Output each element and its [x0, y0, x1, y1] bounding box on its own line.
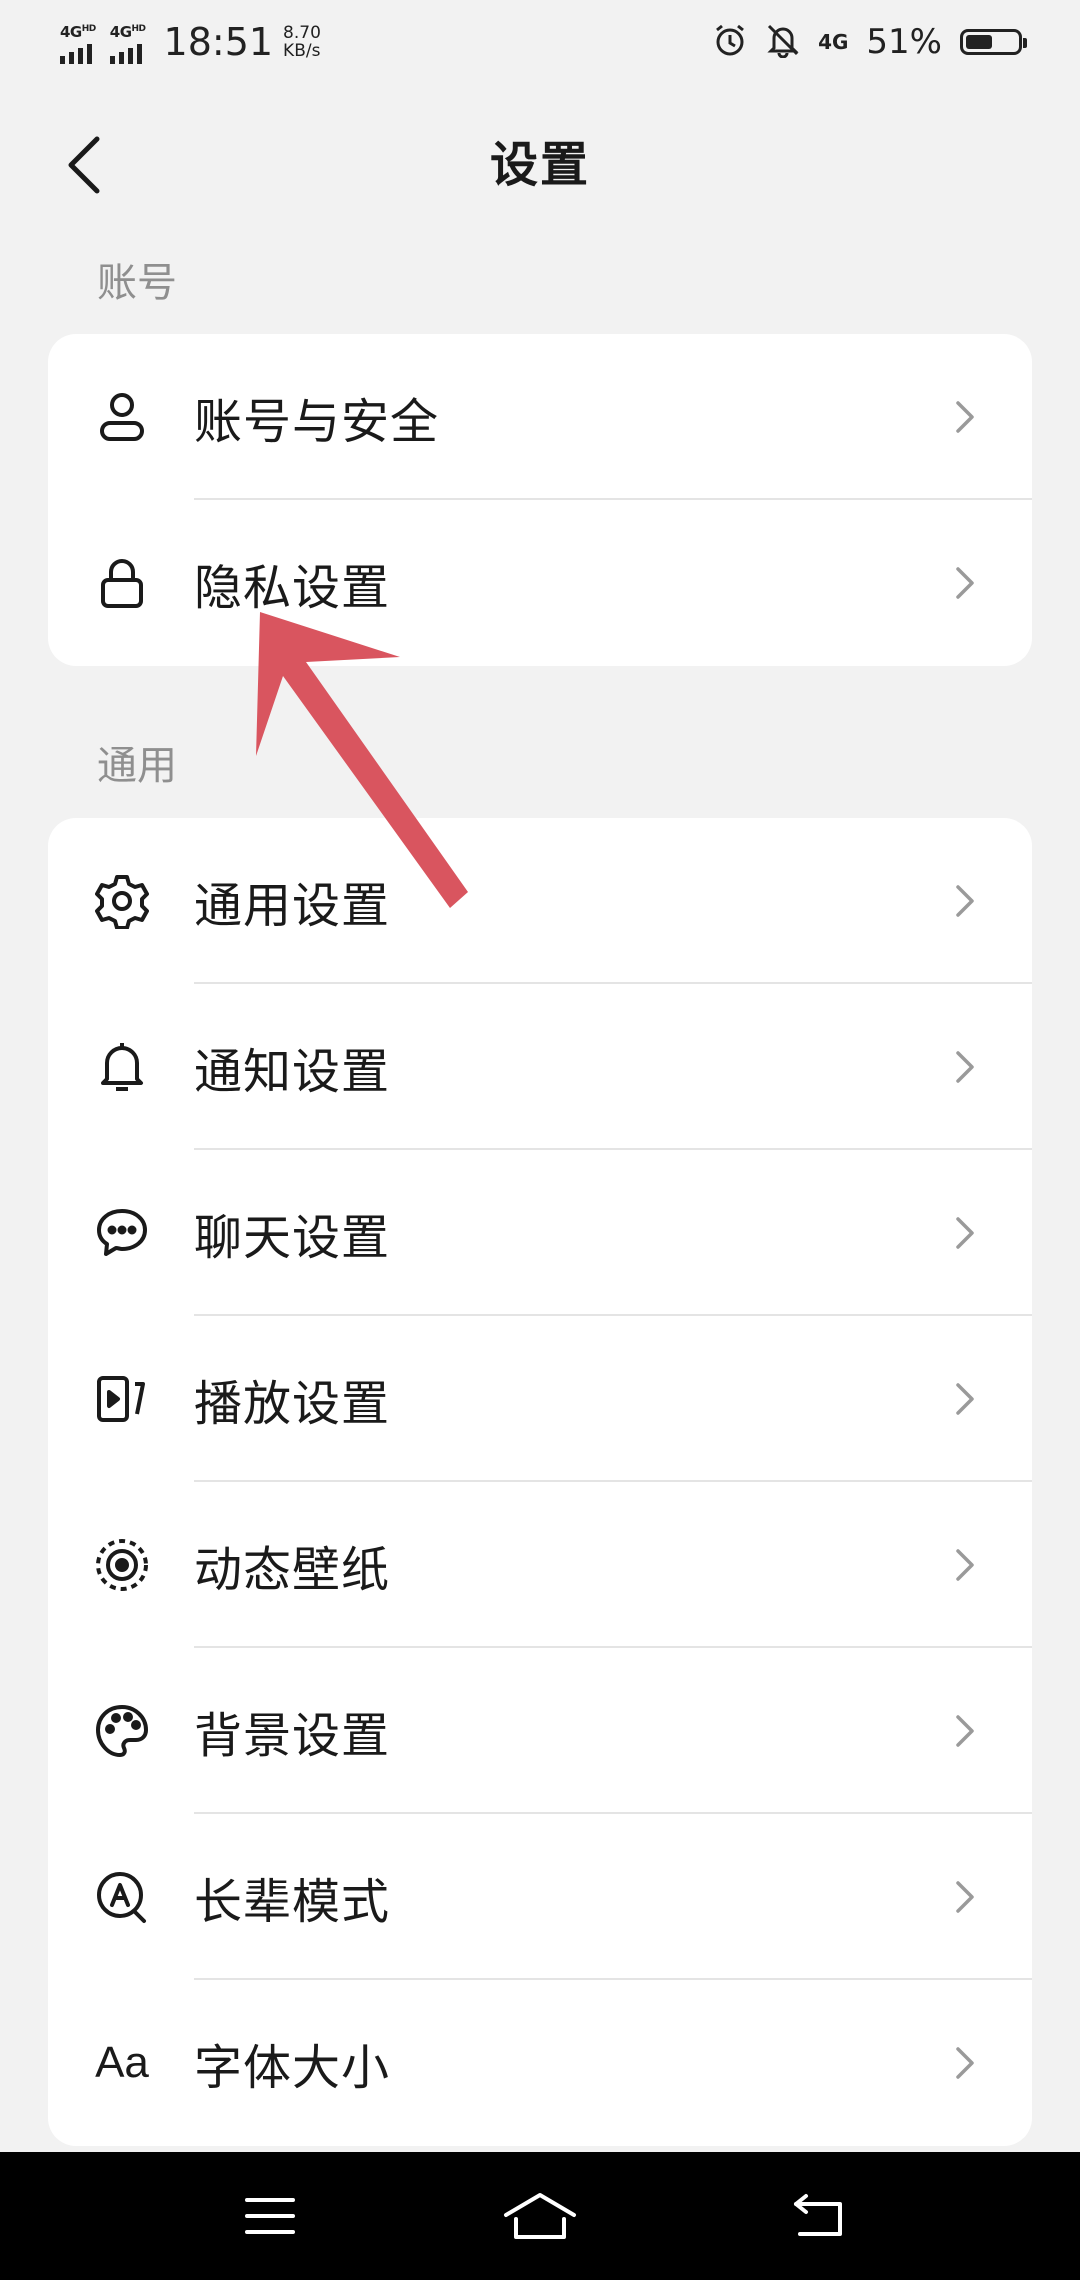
- settings-item-live-wallpaper[interactable]: 动态壁纸: [48, 1482, 1032, 1648]
- status-bar: 4GHD 4GHD 18:51 8.70 KB/s 4G 51%: [0, 0, 1080, 84]
- settings-item-chat[interactable]: 聊天设置: [48, 1150, 1032, 1316]
- page-title: 设置: [489, 137, 590, 193]
- chevron-right-icon: [950, 556, 980, 610]
- bell-muted-icon: [766, 22, 800, 62]
- item-label: 通知设置: [194, 1044, 391, 1100]
- item-label: 动态壁纸: [194, 1542, 391, 1598]
- alarm-clock-icon: [712, 22, 748, 62]
- item-label: 字体大小: [194, 2040, 391, 2096]
- bell-icon: [94, 1039, 150, 1095]
- clock: 18:51: [163, 20, 274, 64]
- item-label: 背景设置: [194, 1708, 391, 1764]
- back-nav-button[interactable]: [782, 2176, 862, 2256]
- elder-mode-icon: [94, 1869, 150, 1925]
- chevron-right-icon: [950, 1538, 980, 1592]
- sim1-signal-icon: 4GHD: [60, 21, 96, 64]
- settings-item-account-security[interactable]: 账号与安全: [48, 334, 1032, 500]
- general-card: 通用设置 通知设置 聊天设置 播放设置 动态壁纸 背景设置 长辈模式 Aa 字体…: [48, 818, 1032, 2146]
- settings-item-notification[interactable]: 通知设置: [48, 984, 1032, 1150]
- lock-icon: [94, 555, 150, 611]
- item-label: 账号与安全: [194, 394, 440, 450]
- network-type: 4G: [818, 30, 849, 54]
- settings-item-playback[interactable]: 播放设置: [48, 1316, 1032, 1482]
- home-button[interactable]: [500, 2176, 580, 2256]
- back-button[interactable]: [40, 120, 130, 210]
- play-video-icon: [94, 1371, 150, 1427]
- settings-item-general[interactable]: 通用设置: [48, 818, 1032, 984]
- chat-bubble-icon: [94, 1205, 150, 1261]
- chevron-right-icon: [950, 1704, 980, 1758]
- chevron-right-icon: [950, 1372, 980, 1426]
- live-wallpaper-icon: [94, 1537, 150, 1593]
- gear-icon: [94, 873, 150, 929]
- header: 设置: [0, 100, 1080, 230]
- section-title-account: 账号: [97, 260, 177, 306]
- item-label: 隐私设置: [194, 560, 391, 616]
- font-size-icon: Aa: [95, 2038, 149, 2087]
- chevron-right-icon: [950, 2036, 980, 2090]
- chevron-right-icon: [950, 1870, 980, 1924]
- item-label: 播放设置: [194, 1376, 391, 1432]
- person-icon: [94, 389, 150, 445]
- settings-item-background[interactable]: 背景设置: [48, 1648, 1032, 1814]
- chevron-right-icon: [950, 1206, 980, 1260]
- navigation-bar: [0, 2152, 1080, 2280]
- settings-item-font-size[interactable]: Aa 字体大小: [48, 1980, 1032, 2146]
- chevron-right-icon: [950, 874, 980, 928]
- menu-button[interactable]: [230, 2176, 310, 2256]
- battery-icon: [960, 29, 1027, 55]
- menu-icon: [245, 2198, 295, 2234]
- section-title-general: 通用: [97, 743, 177, 789]
- chevron-right-icon: [950, 1040, 980, 1094]
- item-label: 聊天设置: [194, 1210, 391, 1266]
- account-card: 账号与安全 隐私设置: [48, 334, 1032, 666]
- sim2-signal-icon: 4GHD: [109, 21, 146, 64]
- item-label: 通用设置: [194, 878, 391, 934]
- back-icon: [794, 2194, 842, 2236]
- item-label: 长辈模式: [194, 1874, 391, 1930]
- home-icon: [504, 2193, 576, 2239]
- battery-percent: 51%: [866, 22, 942, 62]
- chevron-right-icon: [950, 390, 980, 444]
- palette-icon: [94, 1703, 150, 1759]
- back-arrow-icon: [68, 136, 100, 194]
- settings-item-privacy[interactable]: 隐私设置: [48, 500, 1032, 666]
- settings-item-elder-mode[interactable]: 长辈模式: [48, 1814, 1032, 1980]
- network-speed: 8.70 KB/s: [283, 23, 321, 61]
